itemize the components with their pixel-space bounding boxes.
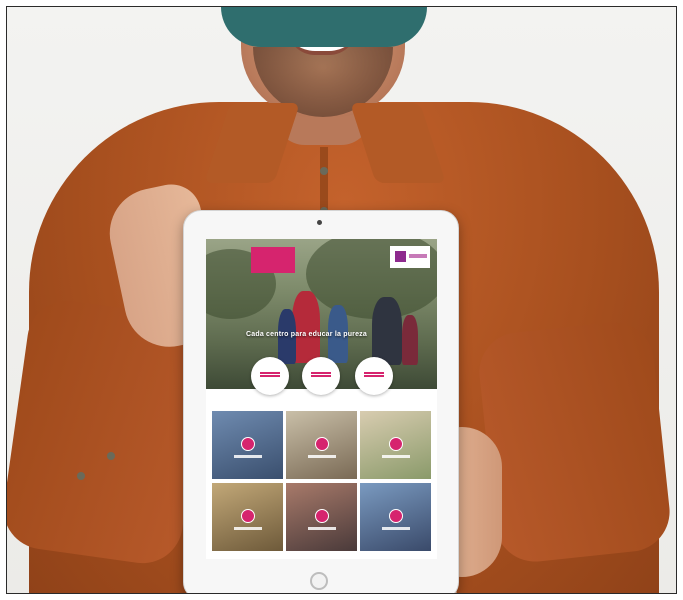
tile[interactable] bbox=[286, 411, 357, 479]
circle-link-3[interactable] bbox=[355, 357, 393, 395]
heart-icon bbox=[315, 509, 329, 523]
logo[interactable] bbox=[390, 246, 430, 268]
tile[interactable] bbox=[212, 483, 283, 551]
camera-icon bbox=[317, 220, 322, 225]
heart-icon bbox=[389, 509, 403, 523]
phone-badge[interactable] bbox=[251, 247, 295, 273]
tile[interactable] bbox=[286, 483, 357, 551]
hiker bbox=[292, 291, 320, 363]
tile-grid bbox=[212, 411, 431, 551]
hero-title: Cada centro para educar la pureza bbox=[246, 331, 367, 338]
tablet: Cada centro para educar la pureza bbox=[183, 210, 459, 593]
circle-link-2[interactable] bbox=[302, 357, 340, 395]
heart-icon bbox=[315, 437, 329, 451]
heart-icon bbox=[241, 509, 255, 523]
beanie bbox=[221, 7, 427, 47]
cuff-button bbox=[77, 472, 85, 480]
tablet-screen: Cada centro para educar la pureza bbox=[206, 239, 437, 559]
tile[interactable] bbox=[360, 411, 431, 479]
circle-link-1[interactable] bbox=[251, 357, 289, 395]
logo-icon bbox=[395, 251, 406, 262]
shirt-button bbox=[320, 167, 328, 175]
heart-icon bbox=[241, 437, 255, 451]
right-sleeve bbox=[475, 318, 674, 566]
hiker bbox=[402, 315, 418, 365]
tile[interactable] bbox=[360, 483, 431, 551]
heart-icon bbox=[389, 437, 403, 451]
photo-frame: Cada centro para educar la pureza bbox=[6, 6, 677, 594]
cuff-button bbox=[107, 452, 115, 460]
home-button[interactable] bbox=[310, 572, 328, 590]
tile[interactable] bbox=[212, 411, 283, 479]
